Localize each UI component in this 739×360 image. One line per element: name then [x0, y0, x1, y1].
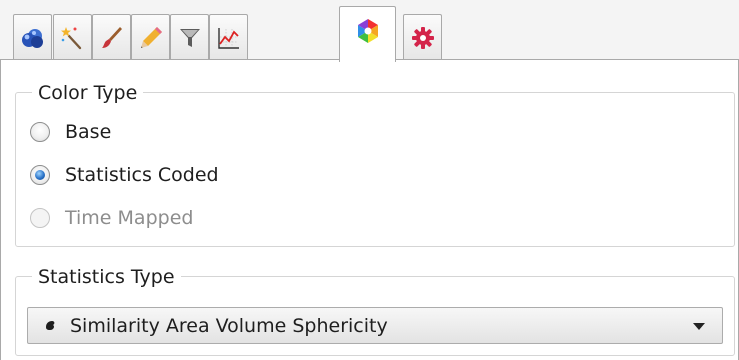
statistics-type-selected[interactable]: Similarity Area Volume Sphericity [70, 312, 388, 340]
tab-brush[interactable] [92, 14, 131, 60]
statistics-type-dropdown[interactable]: Similarity Area Volume Sphericity [27, 307, 723, 344]
tab-filter[interactable] [170, 14, 209, 60]
brush-icon [101, 26, 122, 48]
radio-button-checked[interactable] [30, 165, 50, 185]
tab-settings[interactable] [403, 14, 442, 60]
bullet-icon [46, 321, 55, 330]
tab-creation[interactable] [53, 14, 92, 60]
radio-time-mapped-label: Time Mapped [65, 207, 194, 229]
color-type-title: Color Type [32, 80, 144, 106]
radio-button-disabled [30, 208, 50, 228]
color-panel: Color Type Base Statistics Coded Time Ma… [0, 60, 739, 360]
tab-bar [0, 0, 739, 62]
graph-icon [217, 27, 239, 49]
statistics-type-group: Statistics Type Similarity Area Volume S… [15, 264, 735, 356]
pencil-icon [140, 26, 162, 48]
tab-statistics[interactable] [209, 14, 248, 60]
radio-base-label[interactable]: Base [65, 118, 111, 146]
filter-icon [179, 28, 200, 47]
gear-icon [411, 26, 434, 49]
statistics-type-title: Statistics Type [32, 264, 181, 290]
magic-wand-icon [60, 26, 81, 49]
tab-pencil[interactable] [131, 14, 170, 60]
color-wheel-icon [357, 19, 378, 44]
color-type-group: Color Type Base Statistics Coded Time Ma… [15, 80, 735, 247]
chevron-down-icon[interactable] [693, 323, 705, 330]
radio-button[interactable] [30, 122, 50, 142]
tab-surpass[interactable] [13, 14, 52, 60]
radio-statistics-coded-label[interactable]: Statistics Coded [65, 161, 219, 189]
tab-color[interactable] [339, 6, 396, 62]
spheres-icon [21, 28, 43, 48]
